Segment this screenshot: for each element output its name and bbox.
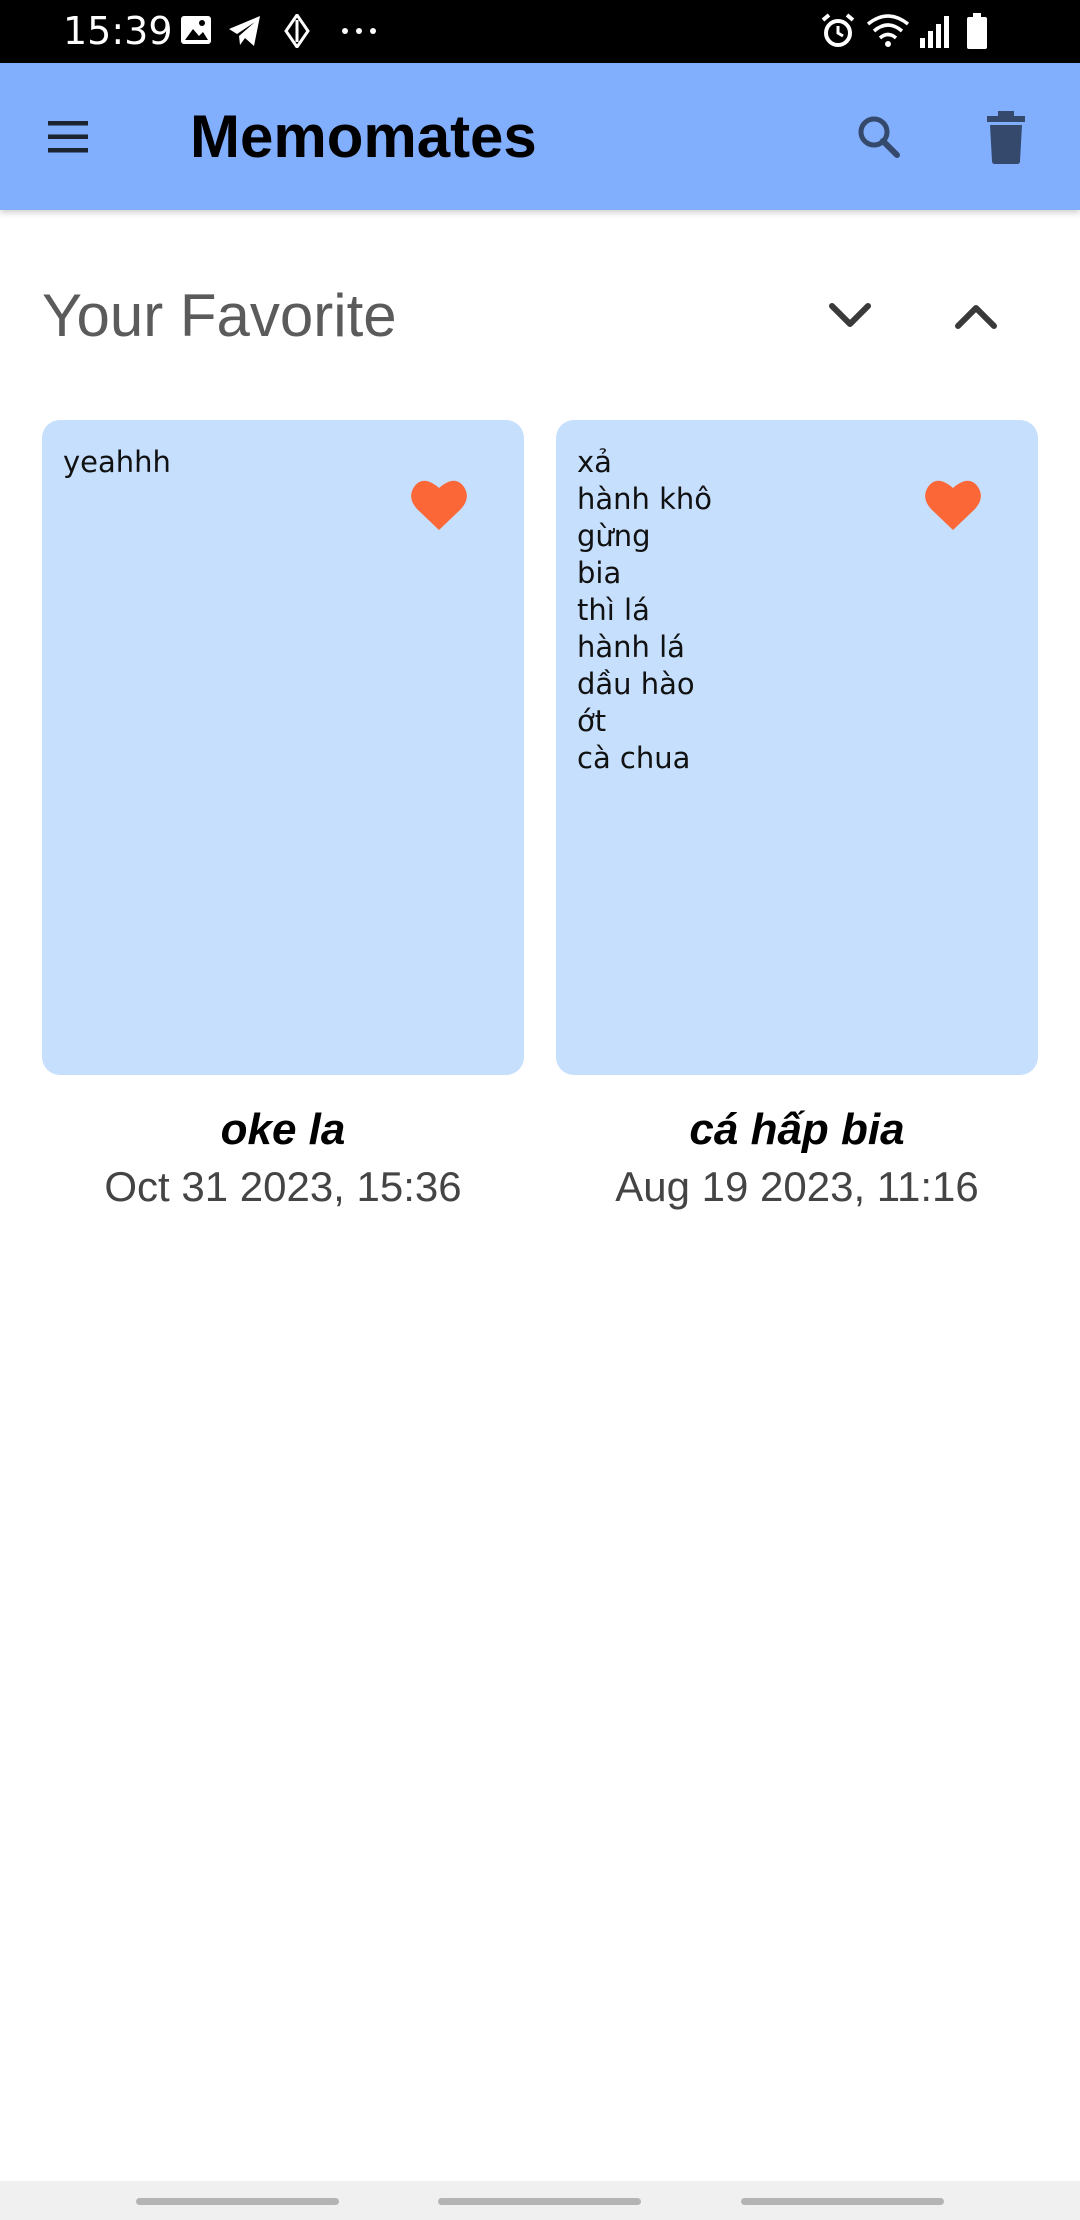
delete-button[interactable] <box>976 107 1036 167</box>
heart-icon <box>925 480 981 530</box>
status-right-icons <box>820 12 1020 52</box>
app-title: Memomates <box>190 103 537 170</box>
back-nav-button[interactable] <box>741 2198 944 2205</box>
note-card-oke-la[interactable]: yeahhh <box>42 420 524 1075</box>
favorite-button[interactable] <box>409 476 469 532</box>
note-title: oke la <box>220 1105 346 1154</box>
search-button[interactable] <box>849 107 909 167</box>
telegram-icon <box>229 16 260 46</box>
home-nav-button[interactable] <box>438 2198 641 2205</box>
note-content-line: cà chua <box>577 741 691 775</box>
note-content-line: yeahhh <box>63 445 171 479</box>
battery-icon <box>967 13 987 49</box>
gallery-icon <box>181 16 211 44</box>
section-title: Your Favorite <box>42 282 397 349</box>
recents-nav-button[interactable] <box>136 2198 339 2205</box>
delete-icon <box>987 111 1025 164</box>
system-nav-bar <box>0 2181 1080 2220</box>
menu-button[interactable] <box>38 107 98 167</box>
note-content: xả hành khô gừng bia thì lá hành lá dầu … <box>577 444 712 777</box>
status-bar: 15:39 <box>0 0 1080 63</box>
note-content-line: ớt <box>577 704 607 738</box>
app-bar: Memomates <box>0 63 1080 210</box>
chevron-down-icon <box>829 303 871 327</box>
more-notifications-icon <box>342 28 376 34</box>
note-content-line: hành khô <box>577 482 713 516</box>
wifi-icon <box>866 14 910 47</box>
favorite-button[interactable] <box>923 476 983 532</box>
expand-button[interactable] <box>942 286 1010 346</box>
diamond-app-icon <box>284 14 310 48</box>
note-content-line: thì lá <box>577 593 650 627</box>
note-date: Aug 19 2023, 11:16 <box>615 1163 979 1210</box>
note-content-line: hành lá <box>577 630 685 664</box>
note-content-line: dầu hào <box>577 667 695 701</box>
alarm-icon <box>821 13 855 47</box>
heart-icon <box>411 480 467 530</box>
note-date: Oct 31 2023, 15:36 <box>104 1163 462 1210</box>
note-card-ca-hap-bia[interactable]: xả hành khô gừng bia thì lá hành lá dầu … <box>556 420 1038 1075</box>
note-content-line: xả <box>577 445 612 479</box>
note-title: cá hấp bia <box>689 1105 905 1154</box>
collapse-button[interactable] <box>816 286 884 346</box>
note-content-line: bia <box>577 556 622 590</box>
search-icon <box>858 116 900 158</box>
signal-icon <box>920 16 949 48</box>
menu-icon <box>48 121 88 153</box>
chevron-up-icon <box>955 305 997 329</box>
note-content-line: gừng <box>577 519 651 553</box>
status-time: 15:39 <box>63 9 173 53</box>
note-content: yeahhh <box>63 444 171 481</box>
